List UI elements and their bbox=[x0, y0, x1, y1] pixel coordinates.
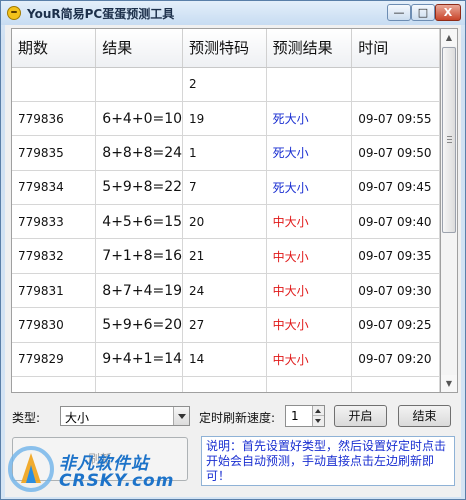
table-row[interactable]: 779835 8+8+8=24 1 死大小 09-07 09:50 bbox=[12, 135, 440, 171]
cell-issue: 779836 bbox=[12, 101, 97, 137]
watermark: 非凡软件站 CRSKY.com bbox=[5, 441, 195, 497]
stepper-down-icon[interactable] bbox=[313, 416, 324, 426]
cell-time bbox=[351, 376, 440, 392]
cell-issue: 779834 bbox=[12, 170, 97, 206]
cell-code: 21 bbox=[182, 238, 267, 274]
smiley-app-icon bbox=[7, 6, 21, 20]
cell-issue: 779832 bbox=[12, 238, 97, 274]
cell-prediction: 中大小 bbox=[266, 204, 353, 240]
start-button[interactable]: 开启 bbox=[334, 405, 387, 427]
cell-issue: 779835 bbox=[12, 135, 97, 171]
type-select[interactable]: 大小 bbox=[60, 406, 190, 426]
window-title: YouR简易PC蛋蛋预测工具 bbox=[27, 7, 175, 21]
cell-result: 9+4+1=14 bbox=[95, 342, 184, 378]
type-label: 类型: bbox=[12, 411, 41, 425]
cell-issue bbox=[12, 67, 97, 102]
client-area: 期数 结果 预测特码 预测结果 时间 2 779836 6+4+0=10 19 死大小 0… bbox=[5, 25, 461, 497]
cell-code: 14 bbox=[182, 342, 267, 378]
cell-prediction bbox=[266, 67, 353, 102]
cell-code bbox=[182, 376, 267, 392]
cell-result: 5+9+8=22 bbox=[95, 170, 184, 206]
cell-code: 27 bbox=[182, 307, 267, 343]
refresh-speed-value[interactable]: 1 bbox=[291, 409, 299, 423]
scrollbar-thumb[interactable] bbox=[442, 47, 456, 233]
cell-time: 09-07 09:35 bbox=[351, 238, 440, 274]
grip-icon bbox=[447, 136, 452, 143]
cell-issue: 779831 bbox=[12, 273, 97, 309]
scroll-up-arrow-icon[interactable]: ▲ bbox=[441, 29, 457, 46]
cell-prediction: 死大小 bbox=[266, 101, 353, 137]
cell-code: 7 bbox=[182, 170, 267, 206]
refresh-speed-label: 定时刷新速度: bbox=[199, 411, 276, 425]
cell-prediction: 中大小 bbox=[266, 273, 353, 309]
cell-code: 19 bbox=[182, 101, 267, 137]
watermark-english-text: CRSKY.com bbox=[59, 471, 175, 491]
vertical-scrollbar[interactable]: ▲ ▼ bbox=[441, 28, 458, 393]
table-row[interactable]: 779834 5+9+8=22 7 死大小 09-07 09:45 bbox=[12, 170, 440, 206]
cell-time: 09-07 09:25 bbox=[351, 307, 440, 343]
cell-prediction: 中大小 bbox=[266, 307, 353, 343]
stepper-up-icon[interactable] bbox=[313, 406, 324, 416]
column-header-time[interactable]: 时间 bbox=[351, 29, 440, 68]
title-bar[interactable]: YouR简易PC蛋蛋预测工具 — □ X bbox=[1, 1, 465, 25]
table-row[interactable] bbox=[12, 376, 440, 392]
cell-result: 8+7+4=19 bbox=[95, 273, 184, 309]
results-grid[interactable]: 期数 结果 预测特码 预测结果 时间 2 779836 6+4+0=10 19 死大小 0… bbox=[11, 28, 441, 393]
cell-prediction: 中大小 bbox=[266, 342, 353, 378]
cell-code: 20 bbox=[182, 204, 267, 240]
minimize-button[interactable]: — bbox=[387, 4, 411, 21]
column-header-code[interactable]: 预测特码 bbox=[182, 29, 267, 68]
table-row[interactable]: 779830 5+9+6=20 27 中大小 09-07 09:25 bbox=[12, 307, 440, 343]
cell-code: 2 bbox=[182, 67, 267, 102]
cell-result bbox=[95, 67, 184, 102]
app-window: YouR简易PC蛋蛋预测工具 — □ X 期数 结果 预测特码 预测结果 时间 … bbox=[0, 0, 466, 500]
crsky-logo-icon bbox=[8, 446, 54, 492]
cell-time: 09-07 09:40 bbox=[351, 204, 440, 240]
cell-time: 09-07 09:45 bbox=[351, 170, 440, 206]
table-header-row: 期数 结果 预测特码 预测结果 时间 bbox=[12, 29, 440, 68]
cell-time: 09-07 09:20 bbox=[351, 342, 440, 378]
cell-result: 4+5+6=15 bbox=[95, 204, 184, 240]
cell-prediction bbox=[266, 376, 353, 392]
cell-prediction: 中大小 bbox=[266, 238, 353, 274]
cell-issue bbox=[12, 376, 97, 392]
cell-code: 1 bbox=[182, 135, 267, 171]
table-row[interactable]: 779832 7+1+8=16 21 中大小 09-07 09:35 bbox=[12, 238, 440, 274]
instructions-text: 说明：首先设置好类型，然后设置好定时点击开始会自动预测，手动直接点击左边刷新即可… bbox=[201, 436, 455, 486]
column-header-result[interactable]: 结果 bbox=[95, 29, 184, 68]
close-button[interactable]: X bbox=[435, 4, 461, 21]
cell-result: 7+1+8=16 bbox=[95, 238, 184, 274]
type-select-value: 大小 bbox=[65, 411, 90, 425]
cell-prediction: 死大小 bbox=[266, 135, 353, 171]
table-row[interactable]: 779829 9+4+1=14 14 中大小 09-07 09:20 bbox=[12, 342, 440, 378]
cell-result: 6+4+0=10 bbox=[95, 101, 184, 137]
cell-prediction: 死大小 bbox=[266, 170, 353, 206]
column-header-prediction[interactable]: 预测结果 bbox=[266, 29, 353, 68]
table-row[interactable]: 779833 4+5+6=15 20 中大小 09-07 09:40 bbox=[12, 204, 440, 240]
cell-issue: 779829 bbox=[12, 342, 97, 378]
cell-issue: 779833 bbox=[12, 204, 97, 240]
maximize-button[interactable]: □ bbox=[411, 4, 435, 21]
cell-time: 09-07 09:50 bbox=[351, 135, 440, 171]
results-table: 期数 结果 预测特码 预测结果 时间 2 779836 6+4+0=10 19 死大小 0… bbox=[12, 29, 440, 392]
cell-time: 09-07 09:55 bbox=[351, 101, 440, 137]
cell-result: 8+8+8=24 bbox=[95, 135, 184, 171]
table-row[interactable]: 779831 8+7+4=19 24 中大小 09-07 09:30 bbox=[12, 273, 440, 309]
column-header-issue[interactable]: 期数 bbox=[12, 29, 97, 68]
scroll-down-arrow-icon[interactable]: ▼ bbox=[441, 375, 457, 392]
cell-code: 24 bbox=[182, 273, 267, 309]
table-row[interactable]: 779836 6+4+0=10 19 死大小 09-07 09:55 bbox=[12, 101, 440, 137]
cell-time: 09-07 09:30 bbox=[351, 273, 440, 309]
cell-issue: 779830 bbox=[12, 307, 97, 343]
cell-result bbox=[95, 376, 184, 392]
stepper-buttons bbox=[312, 406, 324, 426]
end-button[interactable]: 结束 bbox=[398, 405, 451, 427]
cell-time bbox=[351, 67, 440, 102]
refresh-speed-stepper[interactable]: 1 bbox=[285, 405, 325, 427]
table-row[interactable]: 2 bbox=[12, 67, 440, 102]
cell-result: 5+9+6=20 bbox=[95, 307, 184, 343]
chevron-down-icon[interactable] bbox=[173, 407, 189, 425]
